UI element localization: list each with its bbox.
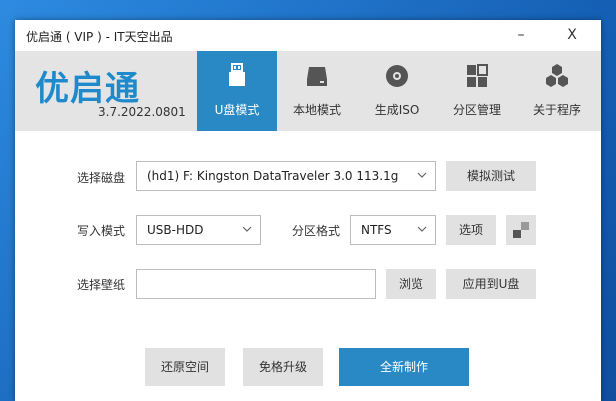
partition-format-select[interactable]: NTFS xyxy=(350,215,436,245)
wallpaper-path-input[interactable] xyxy=(136,269,376,299)
disk-label: 选择磁盘 xyxy=(77,171,126,185)
tab-label: U盘模式 xyxy=(214,103,260,117)
disc-icon xyxy=(386,65,408,87)
chevron-down-icon xyxy=(242,226,252,232)
options-button[interactable]: 选项 xyxy=(446,215,496,245)
window-title: 优启通 ( VIP ) - IT天空出品 xyxy=(26,30,173,44)
browse-button[interactable]: 浏览 xyxy=(386,269,436,299)
tab-about[interactable]: 关于程序 xyxy=(517,51,597,131)
tab-label: 关于程序 xyxy=(532,103,581,117)
tab-label: 生成ISO xyxy=(374,103,420,117)
close-button[interactable]: X xyxy=(558,24,586,46)
tab-label: 分区管理 xyxy=(452,103,501,117)
app-logo: 优启通 xyxy=(35,69,140,109)
create-new-button[interactable]: 全新制作 xyxy=(339,348,469,386)
minimize-button[interactable]: – xyxy=(507,24,535,46)
hard-disk-icon xyxy=(307,67,327,86)
title-bar[interactable]: 优启通 ( VIP ) - IT天空出品 – X xyxy=(15,20,601,51)
partition-format-label: 分区格式 xyxy=(292,224,341,238)
squares-icon xyxy=(513,222,529,238)
simulate-test-button[interactable]: 模拟测试 xyxy=(446,161,536,191)
apply-to-usb-button[interactable]: 应用到U盘 xyxy=(446,269,536,299)
restore-space-button[interactable]: 还原空间 xyxy=(145,348,225,386)
write-mode-label: 写入模式 xyxy=(77,224,126,238)
partition-grid-icon xyxy=(467,64,488,87)
partition-format-value: NTFS xyxy=(361,223,392,237)
tab-local-mode[interactable]: 本地模式 xyxy=(277,51,357,131)
disk-select[interactable]: (hd1) F: Kingston DataTraveler 3.0 113.1… xyxy=(136,161,436,191)
hexagon-cluster-icon xyxy=(546,64,568,87)
write-mode-select[interactable]: USB-HDD xyxy=(136,215,261,245)
extra-settings-button[interactable] xyxy=(506,215,536,245)
format-free-upgrade-button[interactable]: 免格升级 xyxy=(243,348,323,386)
tab-usb-mode[interactable]: U盘模式 xyxy=(197,51,277,131)
tab-label: 本地模式 xyxy=(292,103,341,117)
chevron-down-icon xyxy=(417,226,427,232)
disk-select-value: (hd1) F: Kingston DataTraveler 3.0 113.1… xyxy=(147,169,399,183)
app-window: 优启通 ( VIP ) - IT天空出品 – X 优启通 3.7.2022.08… xyxy=(15,20,601,401)
tab-partition-manager[interactable]: 分区管理 xyxy=(437,51,517,131)
write-mode-value: USB-HDD xyxy=(147,223,204,237)
version-text: 3.7.2022.0801 xyxy=(98,105,186,119)
chevron-down-icon xyxy=(417,172,427,178)
tab-generate-iso[interactable]: 生成ISO xyxy=(357,51,437,131)
wallpaper-label: 选择壁纸 xyxy=(77,278,126,292)
usb-drive-icon xyxy=(229,63,245,86)
header-bar: 优启通 3.7.2022.0801 U盘模式 本地模式 生成ISO 分区管理 关… xyxy=(15,51,601,131)
